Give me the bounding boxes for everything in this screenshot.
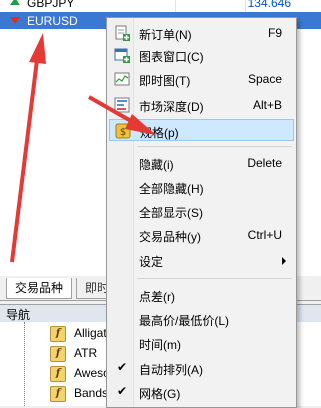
menu-item-label: 点差(r)	[139, 290, 175, 304]
menu-item-label: 全部隐藏(H)	[139, 182, 204, 196]
menu-item-time[interactable]: 时间(m)	[109, 332, 294, 354]
menu-item-high-low[interactable]: 最高价/最低价(L)	[109, 308, 294, 330]
menu-item-label: 即时图(T)	[139, 74, 191, 88]
menu-item-label: 图表窗口(C)	[139, 50, 204, 64]
menu-item-depth-of-market[interactable]: 市场深度(D) Alt+B	[109, 94, 294, 116]
menu-item-shortcut: F9	[267, 26, 282, 40]
specification-icon: $	[115, 123, 131, 139]
context-menu: 新订单(N) F9 图表窗口(C) 即时图(T) Space 市场深度(D) A…	[106, 17, 297, 408]
menu-item-label: 规格(p)	[140, 126, 179, 140]
indicator-label: ATR	[74, 346, 98, 360]
menu-item-label: 时间(m)	[139, 338, 181, 352]
menu-item-label: 设定	[139, 255, 164, 269]
menu-item-tick-chart[interactable]: 即时图(T) Space	[109, 68, 294, 90]
indicator-icon: f	[50, 346, 66, 362]
menu-item-specification[interactable]: $ 规格(p)	[109, 119, 294, 141]
menu-item-hide[interactable]: 隐藏(i) Delete	[109, 152, 294, 174]
symbol-name: EURUSD	[27, 14, 78, 28]
menu-item-symbols[interactable]: 交易品种(y) Ctrl+U	[109, 224, 294, 246]
menu-item-settings[interactable]: 设定	[109, 249, 294, 271]
menu-item-label: 隐藏(i)	[139, 158, 174, 172]
menu-item-label: 交易品种(y)	[139, 230, 201, 244]
menu-item-shortcut: Ctrl+U	[247, 228, 282, 242]
menu-item-auto-arrange[interactable]: ✔ 自动排列(A)	[109, 357, 294, 379]
symbol-row-gbpjpy[interactable]: GBPJPY 134.646	[0, 0, 321, 12]
menu-separator	[137, 278, 292, 279]
symbol-name: GBPJPY	[27, 0, 75, 10]
tab-symbols[interactable]: 交易品种	[6, 278, 73, 299]
menu-item-grid[interactable]: ✔ 网格(G)	[109, 381, 294, 403]
menu-item-hide-all[interactable]: 全部隐藏(H)	[109, 176, 294, 198]
tree-guide-line	[24, 322, 25, 406]
symbol-price: 134.646	[247, 0, 291, 10]
menu-item-label: 自动排列(A)	[139, 363, 203, 377]
navigator-title: 导航	[6, 308, 31, 322]
menu-item-label: 市场深度(D)	[139, 100, 204, 114]
menu-item-chart-window[interactable]: 图表窗口(C)	[109, 44, 294, 66]
menu-item-show-all[interactable]: 全部显示(S)	[109, 200, 294, 222]
tick-chart-icon	[114, 72, 130, 86]
price-down-icon	[10, 17, 20, 24]
menu-item-label: 网格(G)	[139, 387, 181, 401]
menu-item-spread[interactable]: 点差(r)	[109, 284, 294, 306]
menu-item-shortcut: Space	[247, 72, 282, 86]
menu-item-new-order[interactable]: 新订单(N) F9	[109, 22, 294, 44]
price-up-icon	[10, 0, 20, 5]
indicator-icon: f	[50, 366, 66, 382]
depth-of-market-icon	[114, 97, 130, 113]
menu-item-label: 新订单(N)	[139, 28, 192, 42]
checkmark-icon: ✔	[117, 384, 128, 398]
new-order-icon	[115, 25, 130, 41]
menu-item-label: 最高价/最低价(L)	[139, 314, 230, 328]
menu-separator	[137, 146, 292, 147]
indicator-icon: f	[50, 326, 66, 342]
svg-text:$: $	[120, 127, 126, 138]
checkmark-icon: ✔	[117, 360, 128, 374]
indicator-label: Bands	[74, 386, 109, 400]
menu-item-shortcut: Delete	[247, 156, 282, 170]
submenu-arrow-icon	[282, 257, 286, 265]
menu-item-shortcut: Alt+B	[252, 98, 282, 112]
indicator-icon: f	[50, 386, 66, 402]
chart-window-icon	[114, 48, 130, 63]
menu-item-label: 全部显示(S)	[139, 206, 203, 220]
